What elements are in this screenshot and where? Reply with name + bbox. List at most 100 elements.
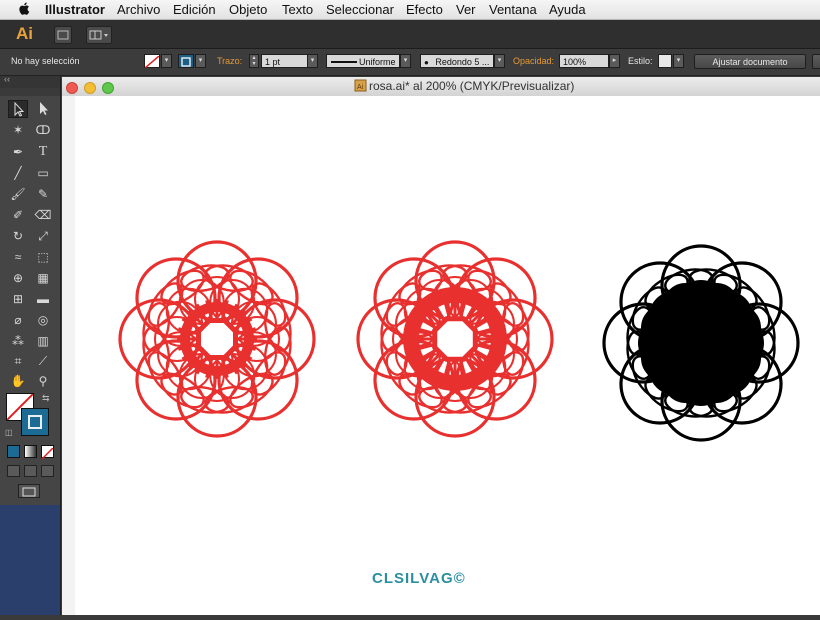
- black-rosette-filled: [602, 244, 800, 442]
- eraser-tool-icon[interactable]: ⌫: [33, 206, 53, 224]
- selection-tool-icon[interactable]: [8, 100, 28, 118]
- screen-mode-icon: [22, 487, 36, 497]
- color-mode-button[interactable]: [7, 445, 20, 458]
- red-rosette-thick: [356, 240, 554, 438]
- shape-builder-tool-icon[interactable]: ⊕: [8, 269, 28, 287]
- stroke-swatch[interactable]: [178, 54, 194, 68]
- perspective-grid-tool-icon[interactable]: ▦: [33, 269, 53, 287]
- tools-panel-grip[interactable]: [0, 88, 60, 96]
- desktop-background: [0, 505, 60, 615]
- hand-tool-icon[interactable]: ✋: [8, 372, 28, 390]
- brush-label: Redondo 5 ...: [435, 57, 490, 67]
- menu-ver[interactable]: Ver: [456, 2, 476, 17]
- pencil-tool-icon[interactable]: ✎: [33, 185, 53, 203]
- gradient-tool-icon[interactable]: ▬: [33, 290, 53, 308]
- brush-field[interactable]: ● Redondo 5 ...: [420, 54, 494, 68]
- stroke-profile-field[interactable]: Uniforme: [326, 54, 400, 68]
- arrange-documents-button[interactable]: [86, 26, 112, 44]
- brush-dropdown[interactable]: ▾: [494, 54, 505, 68]
- pen-tool-icon[interactable]: ✒: [8, 143, 28, 161]
- artboard-tool-icon[interactable]: ⌗: [8, 352, 28, 370]
- apple-icon[interactable]: [18, 1, 30, 16]
- control-bar-overflow-button[interactable]: [812, 54, 820, 69]
- close-window-button[interactable]: [66, 82, 78, 94]
- menu-archivo[interactable]: Archivo: [117, 2, 160, 17]
- menu-efecto[interactable]: Efecto: [406, 2, 443, 17]
- style-label: Estilo:: [628, 56, 653, 66]
- stroke-color-icon: [181, 57, 191, 67]
- signature-text: CLSILVAG©: [372, 570, 466, 587]
- menu-objeto[interactable]: Objeto: [229, 2, 267, 17]
- stroke-profile-label: Uniforme: [359, 57, 396, 67]
- style-dropdown[interactable]: ▾: [673, 54, 684, 68]
- rotate-tool-icon[interactable]: ↻: [8, 227, 28, 245]
- direct-selection-tool-icon[interactable]: [33, 100, 53, 118]
- artwork: [118, 240, 800, 442]
- stroke-dropdown[interactable]: ▾: [195, 54, 206, 68]
- stroke-weight-dropdown[interactable]: ▾: [307, 54, 318, 68]
- blend-tool-icon[interactable]: ◎: [33, 311, 53, 329]
- minimize-window-button[interactable]: [84, 82, 96, 94]
- menu-texto[interactable]: Texto: [282, 2, 313, 17]
- menu-ventana[interactable]: Ventana: [489, 2, 537, 17]
- artboard-canvas[interactable]: [75, 96, 820, 615]
- document-ruler-gutter: [62, 96, 76, 615]
- svg-text:Ai: Ai: [357, 84, 364, 91]
- gradient-mode-button[interactable]: [24, 445, 37, 458]
- slice-tool-icon[interactable]: ⟋: [33, 352, 53, 370]
- illustrator-logo: Ai: [16, 24, 33, 43]
- paintbrush-tool-icon[interactable]: 🖌: [8, 185, 28, 203]
- bridge-button[interactable]: [54, 26, 72, 44]
- line-tool-icon[interactable]: ╱: [8, 164, 28, 182]
- opacity-dropdown[interactable]: ▸: [609, 54, 620, 68]
- style-swatch[interactable]: [658, 54, 672, 68]
- stroke-profile-line-icon: [331, 61, 357, 63]
- fill-none-icon: [144, 55, 160, 69]
- document-titlebar[interactable]: Ai rosa.ai* al 200% (CMYK/Previsualizar): [62, 77, 820, 97]
- arrange-documents-icon: [89, 30, 108, 40]
- brush-dot-icon: ●: [424, 58, 429, 67]
- fill-dropdown[interactable]: ▾: [161, 54, 172, 68]
- eyedropper-tool-icon[interactable]: ⌀: [8, 311, 28, 329]
- opacity-field[interactable]: 100%: [559, 54, 609, 68]
- type-tool-icon[interactable]: T: [33, 143, 53, 161]
- magic-wand-tool-icon[interactable]: ✶: [8, 121, 28, 139]
- adjust-document-button[interactable]: Ajustar documento: [694, 54, 806, 69]
- menu-app-name[interactable]: Illustrator: [45, 2, 105, 17]
- stroke-profile-dropdown[interactable]: ▾: [400, 54, 411, 68]
- width-tool-icon[interactable]: ≈: [8, 248, 28, 266]
- bridge-icon: [57, 30, 69, 40]
- blob-brush-tool-icon[interactable]: ✐: [8, 206, 28, 224]
- fill-swatch[interactable]: [144, 54, 160, 69]
- scale-tool-icon[interactable]: ⤢: [33, 227, 53, 245]
- document-file-icon: Ai: [354, 79, 367, 95]
- stroke-indicator[interactable]: [21, 408, 49, 436]
- draw-normal-button[interactable]: [7, 465, 20, 477]
- default-fill-stroke-icon[interactable]: ◫: [5, 428, 13, 437]
- draw-behind-button[interactable]: [24, 465, 37, 477]
- column-graph-tool-icon[interactable]: ▥: [33, 332, 53, 350]
- document-title: rosa.ai* al 200% (CMYK/Previsualizar): [369, 79, 575, 93]
- rectangle-tool-icon[interactable]: ▭: [33, 164, 53, 182]
- opacity-label[interactable]: Opacidad:: [513, 56, 554, 66]
- screen-mode-button[interactable]: [18, 484, 40, 498]
- symbol-sprayer-tool-icon[interactable]: ⁂: [8, 332, 28, 350]
- stroke-weight-stepper[interactable]: ▴ ▾: [249, 54, 259, 68]
- application-bar: [0, 20, 820, 49]
- swap-fill-stroke-icon[interactable]: ⇆: [42, 393, 50, 404]
- red-rosette-outline: [118, 240, 316, 438]
- none-mode-button[interactable]: [41, 445, 54, 460]
- stroke-weight-field[interactable]: 1 pt: [261, 54, 308, 68]
- menu-bar: Illustrator Archivo Edición Objeto Texto…: [0, 0, 820, 20]
- stroke-label[interactable]: Trazo:: [217, 56, 242, 66]
- mesh-tool-icon[interactable]: ⊞: [8, 290, 28, 308]
- draw-inside-button[interactable]: [41, 465, 54, 477]
- free-transform-tool-icon[interactable]: ⬚: [33, 248, 53, 266]
- menu-edicion[interactable]: Edición: [173, 2, 216, 17]
- zoom-window-button[interactable]: [102, 82, 114, 94]
- menu-ayuda[interactable]: Ayuda: [549, 2, 586, 17]
- collapse-panel-icon[interactable]: ‹‹: [4, 74, 10, 84]
- lasso-tool-icon[interactable]: ↀ: [33, 121, 53, 139]
- menu-seleccionar[interactable]: Seleccionar: [326, 2, 394, 17]
- zoom-tool-icon[interactable]: ⚲: [33, 372, 53, 390]
